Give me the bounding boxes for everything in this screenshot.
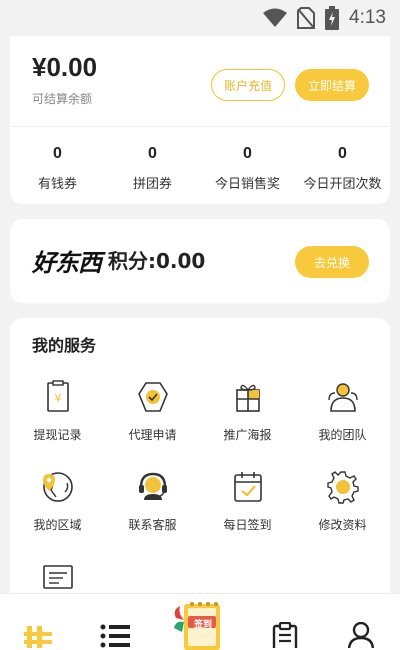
exchange-button[interactable]: 去兑换 [295, 246, 369, 278]
list-icon [100, 624, 130, 648]
tab-orders[interactable] [272, 621, 298, 650]
agent-apply-icon [137, 382, 168, 412]
balance-amount: ¥0.00 [32, 52, 98, 82]
stat-label: 今日开团次数 [303, 177, 382, 192]
status-bar: 4:13 [0, 0, 400, 36]
balance-card: ¥0.00 可结算余额 账户充值 立即结算 [10, 36, 390, 126]
gift-poster-icon [235, 384, 260, 412]
settle-button[interactable]: 立即结算 [295, 69, 369, 101]
service-daily-checkin[interactable]: 每日签到 [200, 470, 295, 533]
service-label: 我的团队 [318, 428, 367, 442]
service-label: 联系客服 [128, 518, 177, 532]
stat-label: 有钱券 [37, 177, 77, 192]
settings-gear-icon [326, 471, 359, 504]
no-sim-icon [297, 7, 316, 29]
service-label: 修改资料 [318, 518, 367, 532]
service-contact-support[interactable]: 联系客服 [105, 470, 200, 533]
stat-today-group-count[interactable]: 0 今日开团次数 [295, 145, 390, 192]
service-label: 代理申请 [128, 428, 177, 442]
balance-label: 可结算余额 [32, 92, 93, 106]
document-list-icon [42, 565, 73, 589]
svg-text:¥: ¥ [54, 392, 61, 405]
service-promo-poster[interactable]: 推广海报 [200, 380, 295, 443]
stat-value: 0 [243, 145, 252, 162]
stat-today-sales-bonus[interactable]: 0 今日销售奖 [200, 145, 295, 192]
region-globe-icon [42, 472, 73, 502]
points-card: 好东西 积分:0.00 去兑换 [10, 219, 390, 303]
service-edit-profile[interactable]: 修改资料 [295, 470, 390, 533]
stat-label: 拼团券 [132, 177, 172, 192]
team-icon [327, 383, 358, 412]
withdraw-record-icon: ¥ [46, 380, 69, 412]
battery-charging-icon [325, 6, 340, 30]
service-label: 我的区域 [33, 518, 82, 532]
stat-coupon-money[interactable]: 0 有钱券 [10, 145, 105, 192]
recharge-button[interactable]: 账户充值 [211, 69, 285, 101]
signin-floating-button[interactable]: 签到 [170, 598, 226, 650]
user-icon [347, 621, 375, 650]
service-my-region[interactable]: 我的区域 [10, 470, 105, 533]
service-label: 提现记录 [33, 428, 82, 442]
home-grid-icon [24, 626, 52, 648]
services-title: 我的服务 [32, 336, 97, 355]
stat-group-coupon[interactable]: 0 拼团券 [105, 145, 200, 192]
service-label: 每日签到 [223, 518, 272, 532]
tab-home[interactable] [24, 622, 52, 650]
stat-value: 0 [148, 145, 157, 162]
wifi-icon [263, 8, 288, 27]
service-document-list[interactable] [10, 562, 105, 592]
tab-category[interactable] [100, 622, 130, 650]
stat-label: 今日销售奖 [214, 177, 280, 192]
points-balance: 积分:0.00 [108, 249, 206, 273]
service-label: 推广海报 [223, 428, 272, 442]
tab-profile[interactable] [347, 621, 375, 650]
customer-service-icon [138, 472, 167, 500]
stat-value: 0 [338, 145, 347, 162]
service-agent-apply[interactable]: 代理申请 [105, 380, 200, 443]
clipboard-icon [272, 621, 298, 650]
clock-time: 4:13 [349, 7, 386, 28]
services-card: 我的服务 ¥ 提现记录 代理申请 推广海报 我的团队 我的区域 联系客服 每日签… [10, 318, 390, 608]
signin-badge-label: 签到 [193, 620, 212, 630]
brand-logo: 好东西 [32, 248, 102, 277]
stats-card: 0 有钱券 0 拼团券 0 今日销售奖 0 今日开团次数 [10, 126, 390, 204]
calendar-checkin-icon [233, 472, 262, 502]
service-withdraw-record[interactable]: ¥ 提现记录 [10, 380, 105, 443]
service-my-team[interactable]: 我的团队 [295, 380, 390, 443]
stat-value: 0 [53, 145, 62, 162]
